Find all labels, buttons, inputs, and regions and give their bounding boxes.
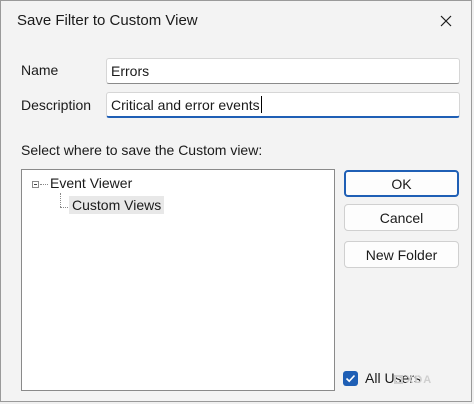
title-bar: Save Filter to Custom View <box>1 1 471 41</box>
ok-button[interactable]: OK <box>344 170 459 197</box>
description-input[interactable]: Critical and error events <box>106 92 460 118</box>
text-caret <box>260 96 262 113</box>
collapse-icon[interactable] <box>32 181 39 188</box>
name-input[interactable] <box>106 58 460 84</box>
tree-connector <box>40 184 48 185</box>
watermark-text: XDA <box>406 373 433 386</box>
all-users-checkbox[interactable] <box>343 370 358 386</box>
close-button[interactable] <box>431 7 461 35</box>
dialog-title: Save Filter to Custom View <box>17 12 198 29</box>
checkmark-icon <box>345 374 356 382</box>
location-label: Select where to save the Custom view: <box>21 142 263 158</box>
xda-logo-icon <box>394 375 403 384</box>
cancel-button[interactable]: Cancel <box>344 204 459 231</box>
save-filter-dialog: Save Filter to Custom View Name Descript… <box>0 0 472 402</box>
new-folder-button[interactable]: New Folder <box>344 241 459 268</box>
tree-node-custom-views[interactable]: Custom Views <box>69 196 165 214</box>
tree-node-event-viewer[interactable]: Event Viewer <box>50 175 132 191</box>
folder-tree[interactable]: Event Viewer Custom Views <box>21 169 335 391</box>
tree-connector <box>60 193 61 207</box>
close-icon <box>440 15 452 27</box>
description-label: Description <box>21 97 92 113</box>
xda-watermark: XDA <box>394 372 456 387</box>
name-label: Name <box>21 62 59 78</box>
description-text: Critical and error events <box>111 97 260 113</box>
